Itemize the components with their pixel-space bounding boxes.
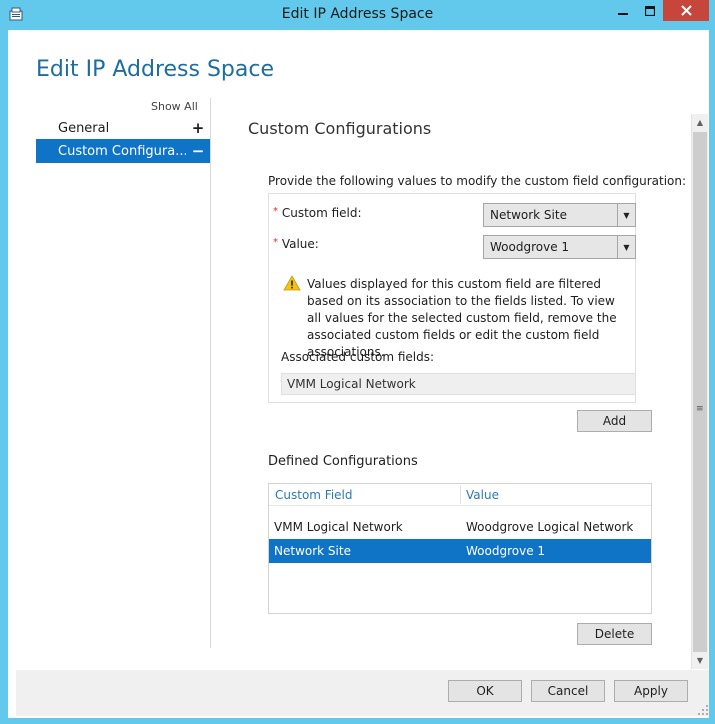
nav-item-label: General [58, 120, 110, 136]
custom-field-select[interactable]: Network Site ▼ [483, 203, 636, 227]
required-marker: * [273, 237, 278, 248]
cancel-button[interactable]: Cancel [531, 680, 605, 702]
dialog-footer: OK Cancel Apply [16, 670, 709, 716]
required-marker: * [273, 206, 278, 217]
chevron-down-icon: ▼ [617, 204, 635, 226]
table-cell-value: Woodgrove 1 [466, 544, 546, 558]
delete-button[interactable]: Delete [577, 623, 652, 645]
column-header-custom-field[interactable]: Custom Field [275, 488, 352, 502]
value-select[interactable]: Woodgrove 1 ▼ [483, 235, 636, 259]
expand-icon[interactable]: + [186, 119, 210, 137]
instructions-text: Provide the following values to modify t… [268, 174, 687, 188]
minimize-button[interactable] [609, 0, 636, 21]
show-all-link[interactable]: Show All [151, 100, 198, 113]
table-cell-field: Network Site [274, 544, 351, 558]
custom-field-label: * Custom field: [273, 206, 362, 220]
dialog-body: Edit IP Address Space Show All General +… [8, 30, 709, 718]
table-header: Custom Field Value [269, 484, 651, 506]
table-row[interactable]: VMM Logical Network Woodgrove Logical Ne… [269, 515, 651, 539]
scroll-thumb[interactable]: ≡ [693, 132, 707, 652]
defined-configurations-title: Defined Configurations [268, 454, 418, 469]
title-bar[interactable]: Edit IP Address Space [0, 0, 715, 30]
column-header-value[interactable]: Value [466, 488, 499, 502]
column-separator [460, 486, 461, 504]
nav-item-custom-configurations[interactable]: Custom Configura... − [36, 139, 210, 163]
scroll-down-icon[interactable]: ▼ [692, 652, 708, 669]
ok-button[interactable]: OK [448, 680, 522, 702]
custom-field-config-panel: * Custom field: Network Site ▼ * Value: … [268, 193, 636, 403]
nav-divider [210, 98, 211, 648]
nav-item-general[interactable]: General + [36, 116, 210, 140]
section-title: Custom Configurations [248, 119, 432, 138]
close-icon [680, 5, 692, 16]
collapse-icon[interactable]: − [186, 142, 210, 160]
chevron-down-icon: ▼ [617, 236, 635, 258]
nav-item-label: Custom Configura... [58, 143, 186, 159]
maximize-button[interactable] [636, 0, 663, 21]
table-cell-value: Woodgrove Logical Network [466, 520, 634, 534]
warning-icon [283, 275, 301, 291]
value-label: * Value: [273, 237, 319, 251]
vertical-scrollbar[interactable]: ▲ ≡ ▼ [691, 114, 708, 669]
scroll-up-icon[interactable]: ▲ [692, 114, 708, 131]
grip-icon: ≡ [696, 404, 704, 414]
add-button[interactable]: Add [577, 410, 652, 432]
minimize-icon [617, 12, 628, 15]
warning-text: Values displayed for this custom field a… [307, 277, 617, 359]
resize-grip-icon[interactable] [697, 704, 709, 716]
window-title: Edit IP Address Space [281, 6, 434, 22]
defined-configurations-table[interactable]: Custom Field Value VMM Logical Network W… [268, 483, 652, 614]
close-button[interactable] [663, 0, 709, 21]
associated-fields-value: VMM Logical Network [281, 373, 636, 395]
maximize-icon [644, 5, 655, 16]
apply-button[interactable]: Apply [614, 680, 688, 702]
table-cell-field: VMM Logical Network [274, 520, 403, 534]
page-title: Edit IP Address Space [36, 57, 274, 82]
table-row-selected[interactable]: Network Site Woodgrove 1 [269, 539, 651, 563]
associated-fields-label: Associated custom fields: [281, 350, 435, 364]
